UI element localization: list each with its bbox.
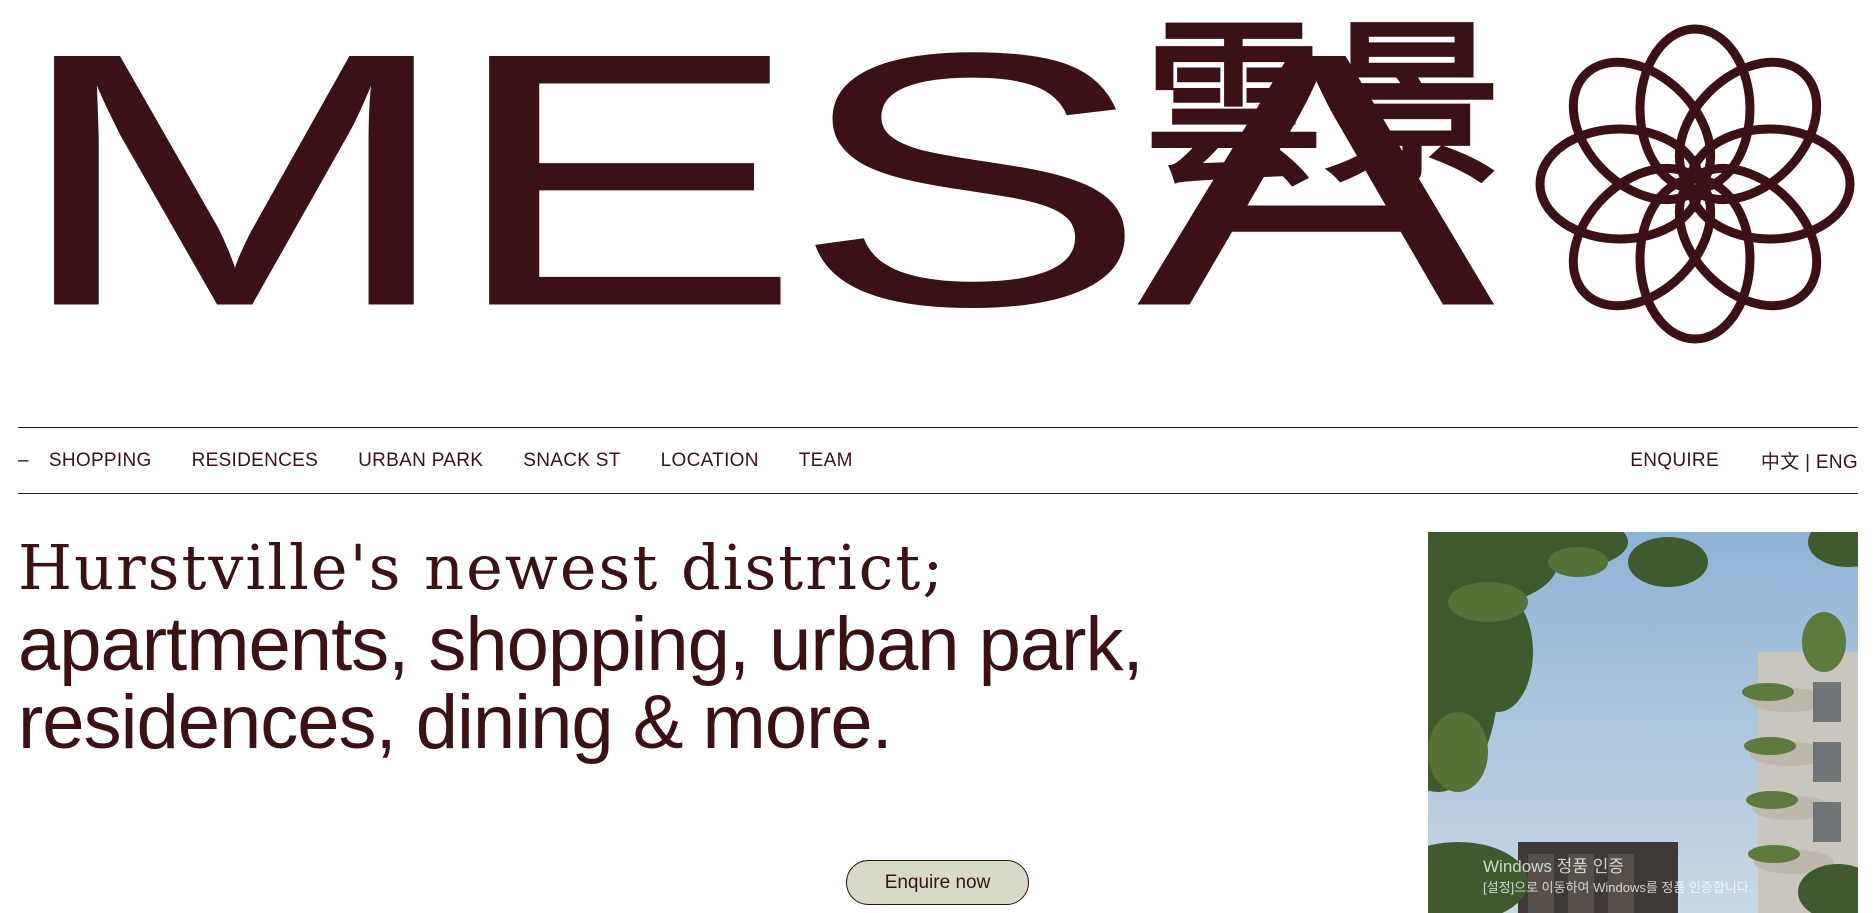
language-switch[interactable]: 中文 | ENG xyxy=(1761,447,1858,474)
brand-logo-chinese: 雲景 xyxy=(1145,3,1501,210)
hero-photo: Windows 정품 인증 [설정]으로 이동하여 Windows를 정품 인증… xyxy=(1428,532,1858,913)
main-nav: – SHOPPING RESIDENCES URBAN PARK SNACK S… xyxy=(18,427,1858,494)
nav-item-urban-park[interactable]: URBAN PARK xyxy=(358,450,483,472)
nav-enquire-link[interactable]: ENQUIRE xyxy=(1630,450,1719,472)
nav-dash: – xyxy=(18,449,29,471)
headline-line-3: residences, dining & more. xyxy=(18,680,893,765)
nav-item-residences[interactable]: RESIDENCES xyxy=(192,450,319,472)
nav-item-shopping[interactable]: SHOPPING xyxy=(49,450,152,472)
headline-line-2: apartments, shopping, urban park, xyxy=(18,602,1144,687)
flower-icon xyxy=(1535,24,1855,344)
enquire-now-button[interactable]: Enquire now xyxy=(846,860,1029,905)
windows-notice: Windows 정품 인증 xyxy=(1483,857,1624,876)
hero-headline: Hurstville's newest district; apartments… xyxy=(18,530,1278,762)
nav-item-snack-st[interactable]: SNACK ST xyxy=(523,450,620,472)
nav-right: ENQUIRE 中文 | ENG xyxy=(1630,447,1858,474)
nav-item-team[interactable]: TEAM xyxy=(799,450,853,472)
nav-item-location[interactable]: LOCATION xyxy=(661,450,759,472)
windows-notice-sub: [설정]으로 이동하여 Windows를 정품 인증합니다. xyxy=(1483,880,1752,895)
headline-line-1: Hurstville's newest district; xyxy=(18,531,946,604)
